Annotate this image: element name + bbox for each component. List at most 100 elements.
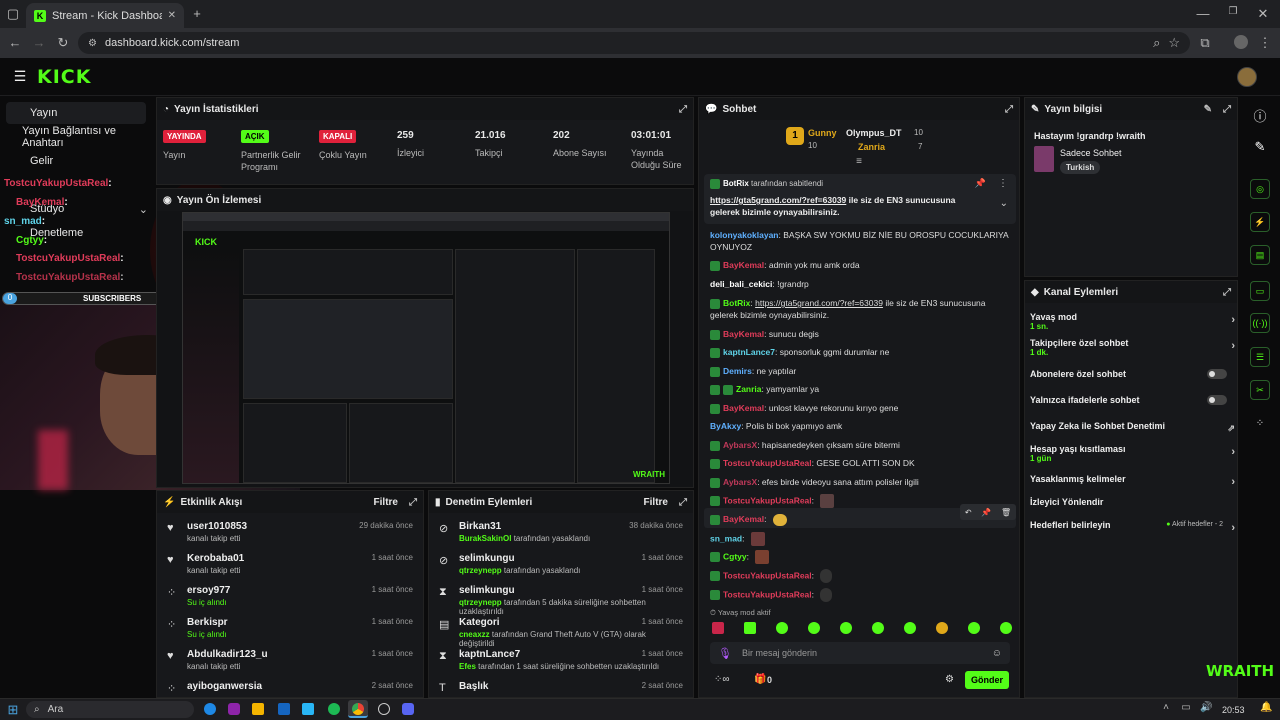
rail-button-camera[interactable]: ◎	[1250, 179, 1270, 199]
hamburger-menu-icon[interactable]: ☰	[12, 68, 28, 85]
rail-button-broadcast[interactable]: ((·))	[1250, 313, 1270, 333]
profile-avatar[interactable]	[1234, 35, 1248, 49]
microphone-icon[interactable]: 🎙	[718, 647, 732, 660]
chat-message[interactable]: Cgtyy:	[710, 550, 1010, 564]
category-name[interactable]: Sadece Sohbet	[1060, 148, 1122, 158]
bookmark-star-icon[interactable]: ☆	[1168, 35, 1180, 51]
network-icon[interactable]: ▭	[1180, 702, 1192, 713]
pin-icon[interactable]: 📌	[981, 508, 991, 517]
info-icon[interactable]: ⓘ	[1252, 106, 1268, 125]
minimize-icon[interactable]: —	[1196, 6, 1210, 21]
rail-button-tools[interactable]: ✂	[1250, 380, 1270, 400]
list-item[interactable]: ⁘ Berkispr Su iç alındı 1 saat önce	[157, 613, 423, 645]
taskbar-search[interactable]: ⌕ Ara	[26, 701, 194, 718]
leaderboard-collapse-icon[interactable]: ≡	[852, 156, 866, 167]
chat-message[interactable]: BayKemal: sunucu degis	[710, 328, 1010, 340]
edit-icon[interactable]: ✎	[1252, 139, 1268, 155]
extensions-icon[interactable]: ⧉	[1198, 35, 1212, 51]
spotify-icon[interactable]	[328, 703, 340, 715]
rail-button-list[interactable]: ☰	[1250, 347, 1270, 367]
expand-icon[interactable]: ⤢	[409, 497, 417, 508]
chat-message[interactable]: kaptnLance7: sponsorluk ggmi durumlar ne	[710, 346, 1010, 358]
reload-icon[interactable]: ↻	[56, 35, 70, 51]
taskbar-app-icon[interactable]	[252, 703, 264, 715]
chevron-up-icon[interactable]: ˄	[1160, 702, 1172, 713]
pinned-link[interactable]: https://gta5grand.com/?ref=63039	[710, 195, 846, 205]
leader-name[interactable]: Olympus_DT	[846, 128, 902, 138]
chat-message[interactable]: sn_mad:	[710, 532, 1010, 546]
kick-logo[interactable]: KICK	[37, 66, 91, 88]
activity-filter-button[interactable]: Filtre	[374, 497, 398, 508]
list-item[interactable]: ▤ Kategori cneaxzz tarafından Grand Theft …	[429, 613, 693, 648]
emote-button[interactable]	[1000, 622, 1012, 634]
discord-icon[interactable]	[402, 703, 414, 715]
browser-menu-icon[interactable]: ⋮	[1258, 35, 1272, 51]
windows-start-icon[interactable]: ⊞	[6, 702, 20, 718]
list-item[interactable]: ♥ Kerobaba01 kanalı takip etti 1 saat önce	[157, 549, 423, 581]
chat-message[interactable]: Zanria: yamyamlar ya	[710, 383, 1010, 395]
emote-button[interactable]	[712, 622, 724, 634]
taskbar-app-icon[interactable]	[228, 703, 240, 715]
forward-icon[interactable]: →	[32, 35, 46, 50]
zoom-icon[interactable]: ⌕	[1153, 35, 1160, 51]
chat-message[interactable]: BayKemal: unlost klavye rekorunu kırıyo …	[710, 402, 1010, 414]
list-item[interactable]: ⧗ selimkungu qtrzeynepp tarafından 5 dakik…	[429, 581, 693, 616]
edit-icon[interactable]: ✎	[1204, 104, 1212, 115]
chat-message[interactable]: deli_bali_cekici: !grandrp	[710, 278, 1010, 290]
expand-icon[interactable]: ⤢	[679, 104, 687, 115]
close-window-icon[interactable]: ✕	[1256, 6, 1270, 22]
close-tab-icon[interactable]: ✕	[168, 10, 176, 21]
delete-icon[interactable]: 🗑	[1001, 508, 1011, 517]
expand-icon[interactable]: ⤢	[1005, 104, 1013, 115]
new-tab-icon[interactable]: +	[190, 6, 204, 21]
maximize-icon[interactable]: ❐	[1226, 6, 1240, 17]
taskbar-app-icon[interactable]	[302, 703, 314, 715]
chat-message[interactable]: Demirs: ne yaptılar	[710, 365, 1010, 377]
notifications-icon[interactable]: 🔔	[1260, 702, 1272, 713]
leader-name[interactable]: Zanria	[858, 142, 885, 152]
channel-action-goals[interactable]: Hedefleri belirleyin ● Aktif hedefler - 2…	[1030, 520, 1235, 534]
chat-message[interactable]: TostcuYakupUstaReal: GESE GOL ATTI SON D…	[710, 457, 1010, 469]
chat-message[interactable]: TostcuYakupUstaReal:	[710, 569, 1010, 583]
list-item[interactable]: ⁘ ersoy977 Su iç alındı 1 saat önce	[157, 581, 423, 613]
list-item[interactable]: ♥ Abdulkadir123_u kanalı takip etti 1 saat …	[157, 645, 423, 677]
chat-message[interactable]: BotRix: https://gta5grand.com/?ref=63039…	[710, 297, 1010, 321]
tab-list-icon[interactable]: ▢	[6, 6, 20, 22]
moderation-filter-button[interactable]: Filtre	[644, 497, 668, 508]
chat-message[interactable]: AybarsX: hapisanedeyken çıksam süre bite…	[710, 439, 1010, 451]
browser-tab[interactable]: K Stream - Kick Dashboard ✕	[26, 3, 184, 28]
rail-button-chat[interactable]: ▭	[1250, 281, 1270, 301]
list-item[interactable]: ⧗ kaptnLance7 Efes tarafından 1 saat sürel…	[429, 645, 693, 677]
subscribers-only-toggle[interactable]	[1207, 369, 1227, 379]
clock[interactable]: 20:53	[1222, 705, 1245, 715]
chat-message[interactable]: kolonyakoklayan: BAŞKA SW YOKMU BİZ NİE …	[710, 229, 1010, 253]
stream-preview-video[interactable]: KICK WRAITH	[182, 212, 670, 484]
channel-action-account-age[interactable]: Hesap yaşı kısıtlaması 1 gün ›	[1030, 444, 1235, 463]
channel-action-raid[interactable]: İzleyici Yönlendir	[1030, 497, 1235, 507]
kick-points-icon[interactable]: ⁘∞	[714, 674, 730, 685]
list-item[interactable]: ♥ user1010853 kanalı takip etti 29 dakika ö…	[157, 517, 423, 549]
emote-button[interactable]	[904, 622, 916, 634]
emote-button[interactable]	[840, 622, 852, 634]
leader-name[interactable]: Gunny	[808, 128, 837, 138]
chat-message[interactable]: TostcuYakupUstaReal:	[710, 588, 1010, 602]
volume-icon[interactable]: 🔊	[1200, 702, 1212, 713]
site-info-icon[interactable]: ⚙	[88, 38, 97, 49]
emote-button[interactable]	[968, 622, 980, 634]
address-bar[interactable]: ⚙ dashboard.kick.com/stream ⌕ ☆	[78, 32, 1190, 54]
emote-button[interactable]	[744, 622, 756, 634]
emotes-only-toggle[interactable]	[1207, 395, 1227, 405]
expand-icon[interactable]: ⤢	[679, 497, 687, 508]
emoji-icon[interactable]: ☺	[992, 648, 1002, 659]
list-item[interactable]: ⁘ ayiboganwersia 2 saat önce	[157, 677, 423, 697]
list-item[interactable]: ⊘ Birkan31 BurakSakinOl tarafından yasakla…	[429, 517, 693, 549]
chat-message[interactable]: ByAkxy: Polis bi bok yapmıyo amk	[710, 420, 1010, 432]
chevron-down-icon[interactable]: ⌄	[1000, 198, 1008, 209]
sidebar-item-yayin[interactable]: Yayın	[6, 102, 146, 124]
tag-badge[interactable]: Turkish	[1060, 161, 1101, 174]
chat-message[interactable]: BayKemal: admin yok mu amk orda	[710, 259, 1010, 271]
expand-icon[interactable]: ⤢	[1223, 104, 1231, 115]
sidebar-item-gelir[interactable]: Gelir	[6, 150, 53, 172]
rail-button-lightning[interactable]: ⚡	[1250, 212, 1270, 232]
chrome-taskbar-button[interactable]	[348, 700, 368, 718]
